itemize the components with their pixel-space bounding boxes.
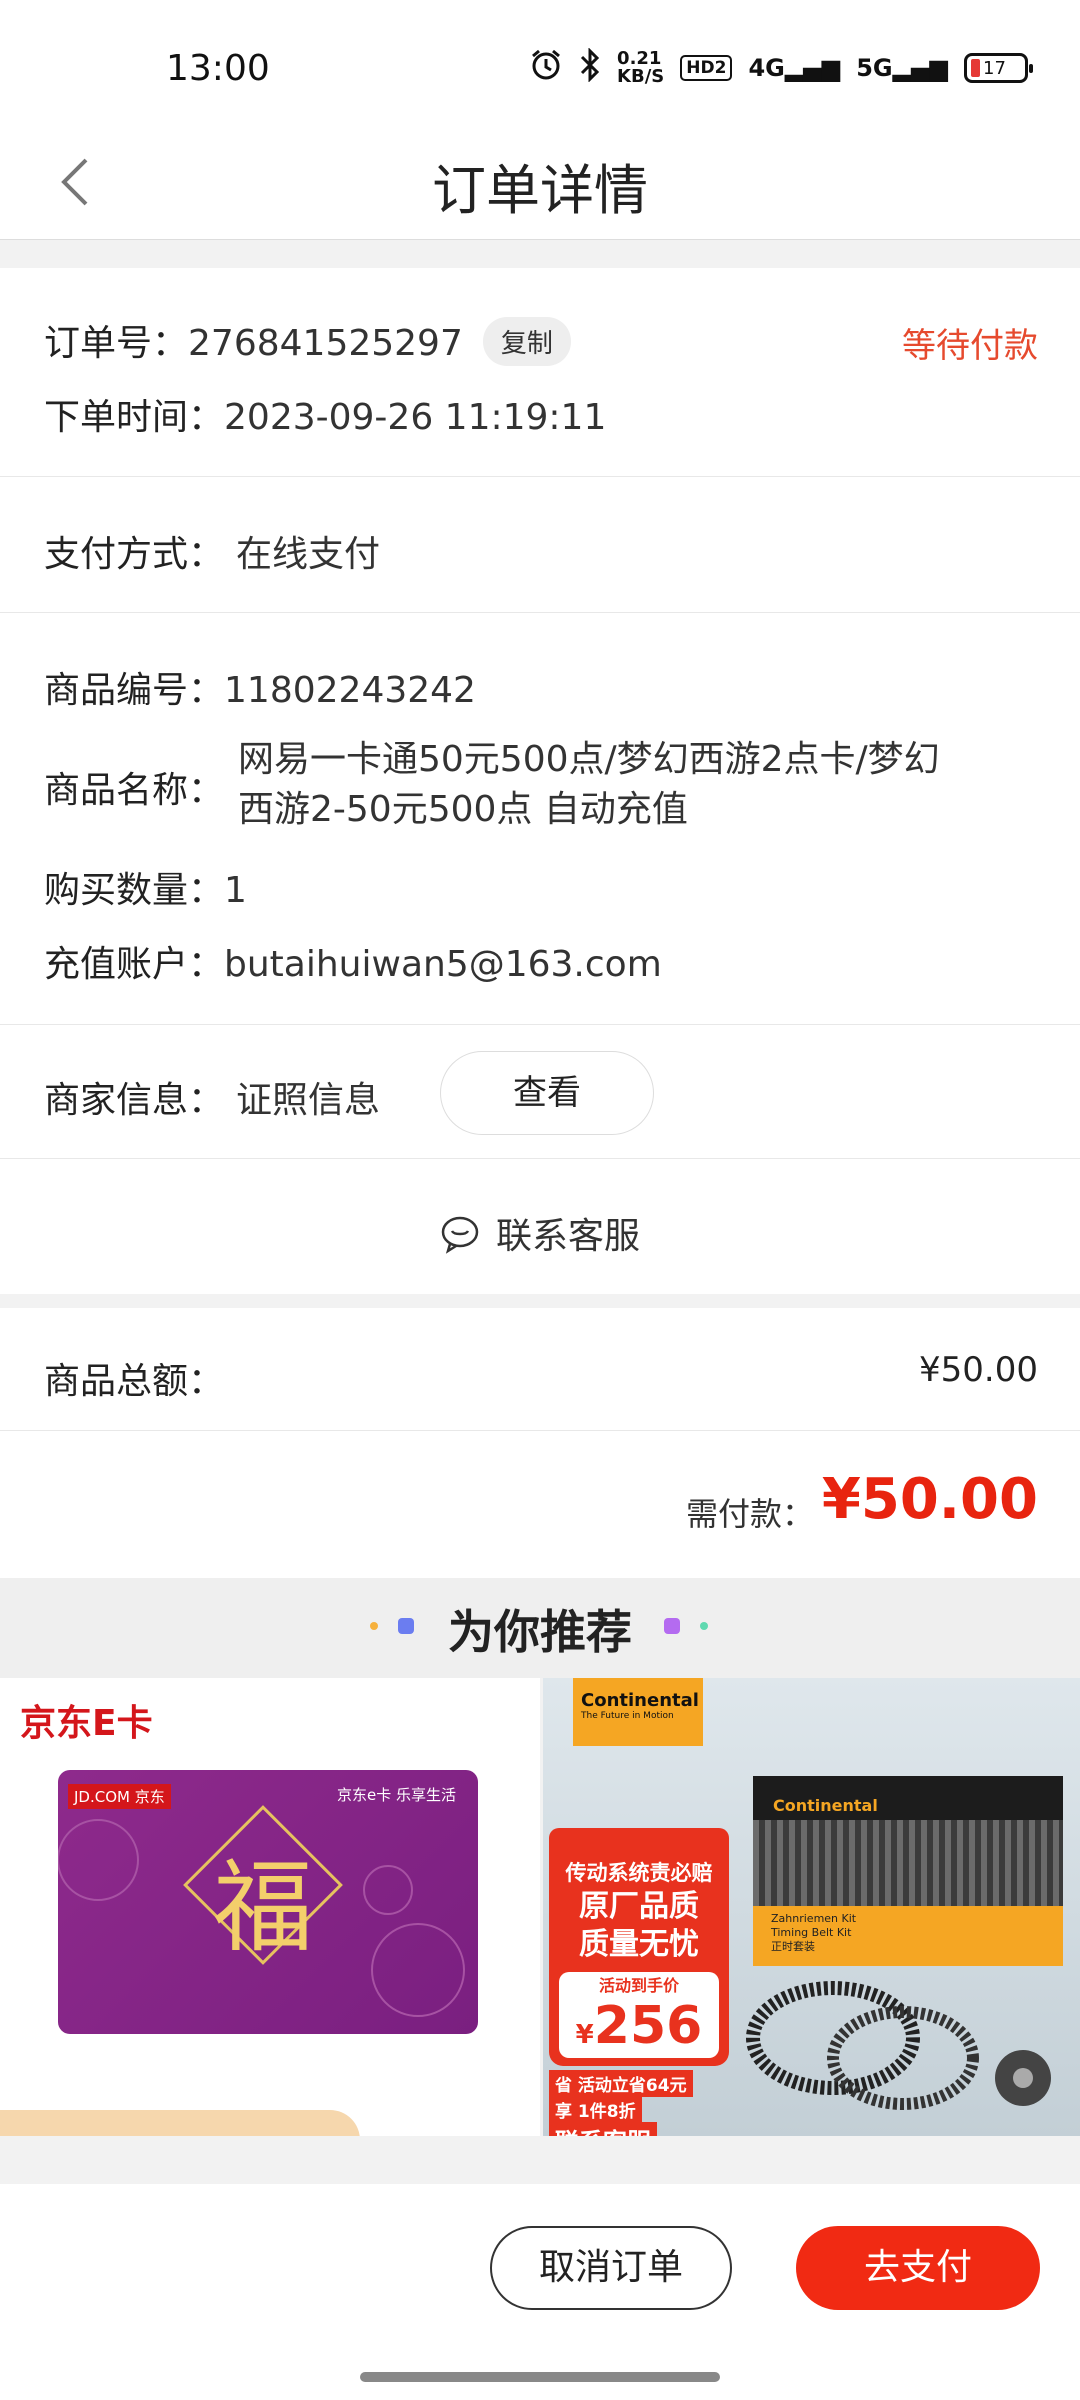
alarm-icon xyxy=(529,48,563,88)
continental-logo: Continental The Future in Motion xyxy=(573,1678,703,1746)
payment-value: 在线支付 xyxy=(236,534,381,575)
product-id-label: 商品编号： xyxy=(44,670,225,711)
page-title: 订单详情 xyxy=(432,159,648,222)
account-value: butaihuiwan5@163.com xyxy=(224,944,662,985)
jd-ecard-brand: 京东E卡 xyxy=(20,1703,153,1744)
decor-dot xyxy=(664,1618,680,1634)
recommend-header: 为你推荐 xyxy=(0,1578,1080,1678)
order-info-section: 订单号：276841525297 复制 等待付款 下单时间：2023-09-26 … xyxy=(0,268,1080,476)
quantity-value: 1 xyxy=(224,870,247,911)
payment-section: 支付方式： 在线支付 xyxy=(0,476,1080,612)
merchant-license: 证照信息 xyxy=(236,1080,381,1121)
goods-total-section: 商品总额： ¥50.00 xyxy=(0,1294,1080,1430)
pay-button[interactable]: 去支付 xyxy=(796,2226,1040,2310)
battery-icon: 17 xyxy=(964,53,1033,83)
cancel-order-button[interactable]: 取消订单 xyxy=(490,2226,732,2310)
ecard-image: JD.COM 京东 京东e卡 乐享生活 福 xyxy=(58,1770,478,2034)
product-name-line2: 西游2-50元500点 自动充值 xyxy=(238,789,688,830)
chat-icon xyxy=(441,1216,479,1254)
contact-service-label: 联系客服 xyxy=(495,1216,640,1257)
goods-total-amount: ¥50.00 xyxy=(919,1350,1038,1390)
clock: 13:00 xyxy=(166,48,270,89)
account-label: 充值账户： xyxy=(44,944,225,985)
recommend-item-continental[interactable]: Continental The Future in Motion Contine… xyxy=(543,1678,1080,2136)
order-time: 2023-09-26 11:19:11 xyxy=(224,397,607,438)
order-status: 等待付款 xyxy=(902,326,1038,366)
promo-price: 256 xyxy=(593,1996,703,2056)
signal-4g-icon: 4G▂▄▆ xyxy=(748,54,841,82)
pay-amount: ¥50.00 xyxy=(821,1467,1038,1532)
product-id: 11802243242 xyxy=(224,670,476,711)
nav-bar: 订单详情 xyxy=(0,130,1080,240)
timing-belt-image xyxy=(746,1981,1051,2110)
copy-button[interactable]: 复制 xyxy=(482,316,571,366)
view-license-button[interactable]: 查看 xyxy=(440,1051,654,1135)
merchant-label: 商家信息： xyxy=(44,1080,225,1121)
home-indicator[interactable] xyxy=(360,2372,720,2382)
order-time-label: 下单时间： xyxy=(44,397,225,438)
quantity-label: 购买数量： xyxy=(44,870,225,911)
signal-5g-icon: 5G▂▄▆ xyxy=(856,54,948,82)
order-number: 276841525297 xyxy=(188,323,463,364)
decor-dot xyxy=(700,1622,708,1630)
status-bar: 13:00 0.21 KB/S HD2 4G▂▄▆ 5G▂▄▆ 17 xyxy=(0,0,1080,130)
pay-label: 需付款： xyxy=(686,1495,815,1533)
product-name-line1: 网易一卡通50元500点/梦幻西游2点卡/梦幻 xyxy=(238,739,940,780)
recommend-item-jd-ecard[interactable]: 京东E卡 JD.COM 京东 京东e卡 乐享生活 福 xyxy=(0,1678,540,2136)
bluetooth-icon xyxy=(579,47,601,88)
contact-service-button[interactable]: 联系客服 xyxy=(0,1207,1080,1259)
hd-badge: HD2 xyxy=(680,55,733,81)
product-box: Continental Zahnriemen Kit Timing Belt K… xyxy=(753,1776,1063,1966)
pay-total-section: 需付款： ¥50.00 xyxy=(0,1430,1080,1578)
net-speed: 0.21 KB/S xyxy=(617,48,665,87)
merchant-section: 商家信息： 证照信息 查看 xyxy=(0,1024,1080,1158)
status-icons: 0.21 KB/S HD2 4G▂▄▆ 5G▂▄▆ 17 xyxy=(529,47,1033,88)
recommend-title: 为你推荐 xyxy=(448,1605,632,1659)
promo-panel: 传动系统责必赔 原厂品质 质量无忧 活动到手价 ¥256 省 活动立省64元 享… xyxy=(543,1828,733,2136)
service-section: 联系客服 xyxy=(0,1158,1080,1294)
product-name-label: 商品名称： xyxy=(44,770,225,811)
order-number-label: 订单号： xyxy=(44,323,189,364)
goods-total-label: 商品总额： xyxy=(44,1361,225,1402)
fu-glyph: 福 xyxy=(213,1849,313,1966)
payment-label: 支付方式： xyxy=(44,534,225,575)
product-section: 商品编号：11802243242 商品名称： 网易一卡通50元500点/梦幻西游… xyxy=(0,612,1080,1024)
bottom-action-bar: 取消订单 去支付 xyxy=(0,2184,1080,2400)
promo-strip xyxy=(0,2110,360,2136)
